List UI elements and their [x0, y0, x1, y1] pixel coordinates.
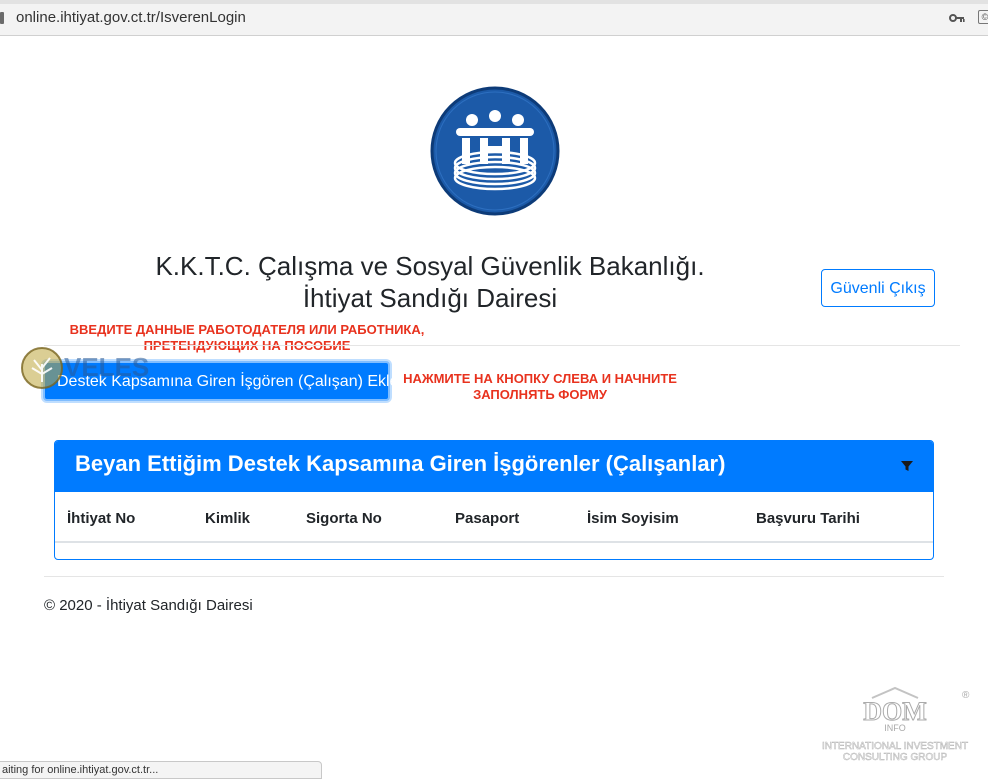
veles-watermark-logo: VELES [21, 347, 149, 389]
veles-watermark-text: VELES [64, 352, 149, 382]
annotation-note-top-line1: ВВЕДИТЕ ДАННЫЕ РАБОТОДАТЕЛЯ ИЛИ РАБОТНИК… [69, 322, 425, 337]
browser-address-bar: online.ihtiyat.gov.ct.tr/IsverenLogin © [0, 0, 988, 36]
footer-divider [44, 576, 944, 577]
column-header-basvuru-tarihi[interactable]: Başvuru Tarihi [756, 510, 860, 527]
dom-watermark-text: DOM [863, 697, 927, 726]
footer-copyright: © 2020 - İhtiyat Sandığı Dairesi [44, 597, 253, 614]
annotation-note-right-line2: ЗАПОЛНЯТЬ ФОРМУ [473, 387, 607, 402]
key-icon[interactable] [949, 11, 965, 25]
column-header-sigorta-no[interactable]: Sigorta No [306, 510, 382, 527]
extension-icon[interactable]: © [978, 10, 988, 24]
filter-icon[interactable] [900, 459, 914, 473]
annotation-note-right: НАЖМИТЕ НА КНОПКУ СЛЕВА И НАЧНИТЕ ЗАПОЛН… [390, 371, 690, 403]
column-header-kimlik[interactable]: Kimlik [205, 510, 250, 527]
dom-watermark-tagline2: CONSULTING GROUP [843, 752, 948, 763]
column-header-pasaport[interactable]: Pasaport [455, 510, 519, 527]
browser-top-edge [0, 0, 988, 4]
column-header-ihtiyat-no[interactable]: İhtiyat No [67, 510, 135, 527]
annotation-note-right-line1: НАЖМИТЕ НА КНОПКУ СЛЕВА И НАЧНИТЕ [403, 371, 677, 386]
employees-table-card: Beyan Ettiğim Destek Kapsamına Giren İşg… [54, 440, 934, 560]
table-header-divider [55, 541, 933, 543]
svg-text:®: ® [962, 690, 970, 701]
page-title-line1: K.K.T.C. Çalışma ve Sosyal Güvenlik Baka… [155, 251, 705, 281]
lock-icon [0, 12, 4, 24]
employees-table-header: Beyan Ettiğim Destek Kapsamına Giren İşg… [55, 441, 933, 492]
ihtiyat-logo [430, 86, 560, 216]
browser-status-bar: aiting for online.ihtiyat.gov.ct.tr... [0, 761, 322, 779]
page-title: K.K.T.C. Çalışma ve Sosyal Güvenlik Baka… [130, 250, 730, 314]
url-field[interactable]: online.ihtiyat.gov.ct.tr/IsverenLogin [16, 9, 246, 26]
page-title-line2: İhtiyat Sandığı Dairesi [302, 283, 558, 313]
dom-watermark-tagline1: INTERNATIONAL INVESTMENT [822, 741, 968, 752]
employees-table-title: Beyan Ettiğim Destek Kapsamına Giren İşg… [75, 451, 726, 476]
logout-button[interactable]: Güvenli Çıkış [821, 269, 935, 307]
divider [44, 345, 960, 346]
column-header-isim-soyisim[interactable]: İsim Soyisim [587, 510, 679, 527]
dom-watermark-sub: INFO [884, 723, 906, 733]
dom-watermark-logo: DOM INFO ® INTERNATIONAL INVESTMENT CONS… [822, 686, 970, 763]
